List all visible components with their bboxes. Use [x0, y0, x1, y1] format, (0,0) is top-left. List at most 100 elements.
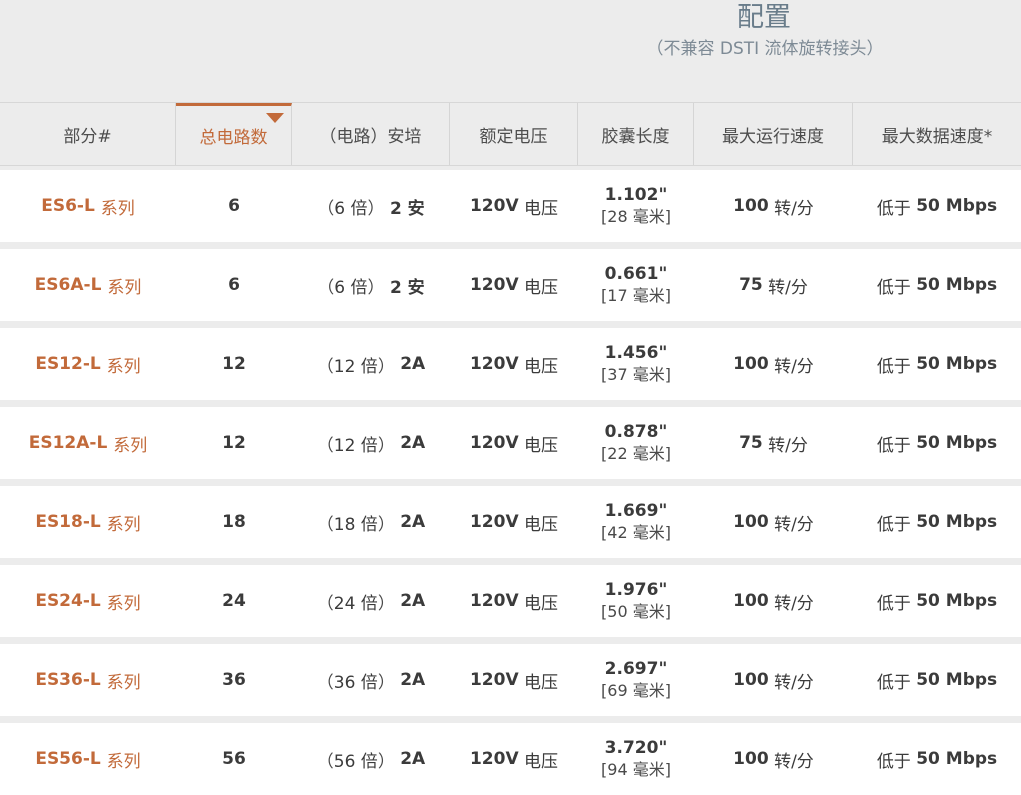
- multiplier: 6 倍: [334, 198, 368, 219]
- part-link[interactable]: ES24-L 系列: [0, 565, 176, 637]
- part-link[interactable]: ES12-L 系列: [0, 328, 176, 400]
- part-link[interactable]: ES56-L 系列: [0, 723, 176, 795]
- length-inches: 2.697": [604, 659, 668, 679]
- amps-value: 2A: [400, 433, 426, 453]
- speed-unit: 转/分: [774, 593, 814, 614]
- amps-value: 2 安: [389, 277, 425, 298]
- table-row: ES24-L 系列 24 （24 倍） 2A 120V 电压 1.976" [5…: [0, 565, 1021, 637]
- voltage-unit: 电压: [524, 672, 559, 693]
- part-link[interactable]: ES12A-L 系列: [0, 407, 176, 479]
- circuits-cell: 56: [222, 749, 246, 769]
- column-header-max-data-rate[interactable]: 最大数据速度*: [853, 103, 1021, 165]
- capsule-length-cell: 0.878" [22 毫米]: [578, 407, 694, 479]
- voltage-unit: 电压: [524, 277, 559, 298]
- column-header-max-speed[interactable]: 最大运行速度: [694, 103, 853, 165]
- data-rate-value: 50 Mbps: [916, 275, 998, 295]
- multiplier: 36 倍: [333, 672, 378, 693]
- speed-cell: 75 转/分: [694, 407, 853, 479]
- length-inches: 1.976": [604, 580, 668, 600]
- voltage-value: 120V: [469, 670, 519, 690]
- voltage-cell: 120V 电压: [450, 486, 578, 558]
- length-inches: 1.669": [604, 501, 668, 521]
- part-number: ES24-L: [35, 591, 101, 611]
- column-header-voltage[interactable]: 额定电压: [450, 103, 578, 165]
- part-link[interactable]: ES6-L 系列: [0, 170, 176, 242]
- speed-value: 100: [733, 196, 769, 216]
- speed-value: 100: [733, 354, 769, 374]
- column-header-label: 最大运行速度: [722, 126, 824, 147]
- data-rate-prefix: 低于: [876, 277, 911, 298]
- speed-unit: 转/分: [774, 198, 814, 219]
- circuits-cell: 6: [228, 275, 240, 295]
- data-rate-prefix: 低于: [876, 356, 911, 377]
- part-link[interactable]: ES18-L 系列: [0, 486, 176, 558]
- config-subtitle: （不兼容 DSTI 流体旋转接头）: [646, 39, 884, 59]
- data-rate-value: 50 Mbps: [916, 670, 998, 690]
- column-header-total-circuits[interactable]: 总电路数: [176, 103, 292, 165]
- speed-cell: 100 转/分: [694, 644, 853, 716]
- speed-value: 100: [733, 591, 769, 611]
- part-link[interactable]: ES6A-L 系列: [0, 249, 176, 321]
- part-number: ES56-L: [35, 749, 101, 769]
- amps-value: 2A: [400, 749, 426, 769]
- length-mm: [42 毫米]: [601, 523, 671, 542]
- length-mm: [94 毫米]: [601, 760, 671, 779]
- series-label: 系列: [106, 356, 141, 377]
- amps-value: 2 安: [389, 198, 425, 219]
- column-header-part[interactable]: 部分#: [0, 103, 176, 165]
- voltage-unit: 电压: [524, 356, 559, 377]
- voltage-cell: 120V 电压: [450, 249, 578, 321]
- column-header-amps[interactable]: （电路）安培: [292, 103, 450, 165]
- sort-descending-icon: [266, 113, 284, 123]
- multiplier: 12 倍: [333, 435, 378, 456]
- voltage-value: 120V: [469, 433, 519, 453]
- length-inches: 1.102": [604, 185, 668, 205]
- length-mm: [37 毫米]: [601, 365, 671, 384]
- voltage-unit: 电压: [524, 593, 559, 614]
- capsule-length-cell: 1.456" [37 毫米]: [578, 328, 694, 400]
- voltage-value: 120V: [469, 354, 519, 374]
- speed-cell: 100 转/分: [694, 328, 853, 400]
- amps-value: 2A: [400, 512, 426, 532]
- amps-cell: （24 倍） 2A: [292, 565, 450, 637]
- multiplier: 12 倍: [333, 356, 378, 377]
- table-header: 部分# 总电路数 （电路）安培 额定电压 胶囊长度 最大运行速度 最大数据速度*: [0, 102, 1021, 166]
- series-label: 系列: [106, 672, 141, 693]
- data-rate-cell: 低于 50 Mbps: [853, 644, 1021, 716]
- voltage-unit: 电压: [524, 514, 559, 535]
- column-header-capsule-length[interactable]: 胶囊长度: [578, 103, 694, 165]
- data-rate-prefix: 低于: [876, 751, 911, 772]
- amps-cell: （36 倍） 2A: [292, 644, 450, 716]
- series-label: 系列: [106, 751, 141, 772]
- table-row: ES56-L 系列 56 （56 倍） 2A 120V 电压 3.720" [9…: [0, 723, 1021, 795]
- multiplier: 6 倍: [334, 277, 368, 298]
- series-label: 系列: [106, 514, 141, 535]
- data-rate-cell: 低于 50 Mbps: [853, 565, 1021, 637]
- voltage-cell: 120V 电压: [450, 723, 578, 795]
- data-rate-value: 50 Mbps: [916, 354, 998, 374]
- circuits-cell: 18: [222, 512, 246, 532]
- capsule-length-cell: 3.720" [94 毫米]: [578, 723, 694, 795]
- length-inches: 0.661": [604, 264, 668, 284]
- voltage-cell: 120V 电压: [450, 407, 578, 479]
- column-header-label: 部分#: [63, 126, 112, 147]
- speed-cell: 100 转/分: [694, 723, 853, 795]
- data-rate-cell: 低于 50 Mbps: [853, 486, 1021, 558]
- config-header: 配置 （不兼容 DSTI 流体旋转接头）: [0, 0, 1021, 102]
- voltage-unit: 电压: [524, 435, 559, 456]
- voltage-cell: 120V 电压: [450, 170, 578, 242]
- voltage-value: 120V: [469, 196, 519, 216]
- table-row: ES36-L 系列 36 （36 倍） 2A 120V 电压 2.697" [6…: [0, 644, 1021, 716]
- speed-value: 75: [739, 275, 763, 295]
- voltage-value: 120V: [469, 512, 519, 532]
- amps-cell: （12 倍） 2A: [292, 407, 450, 479]
- column-header-label: 总电路数: [199, 128, 268, 148]
- amps-value: 2A: [400, 591, 426, 611]
- part-link[interactable]: ES36-L 系列: [0, 644, 176, 716]
- table-row: ES18-L 系列 18 （18 倍） 2A 120V 电压 1.669" [4…: [0, 486, 1021, 558]
- data-rate-prefix: 低于: [876, 593, 911, 614]
- speed-unit: 转/分: [774, 751, 814, 772]
- speed-unit: 转/分: [768, 277, 808, 298]
- table-row: ES12-L 系列 12 （12 倍） 2A 120V 电压 1.456" [3…: [0, 328, 1021, 400]
- circuits-cell: 12: [222, 354, 246, 374]
